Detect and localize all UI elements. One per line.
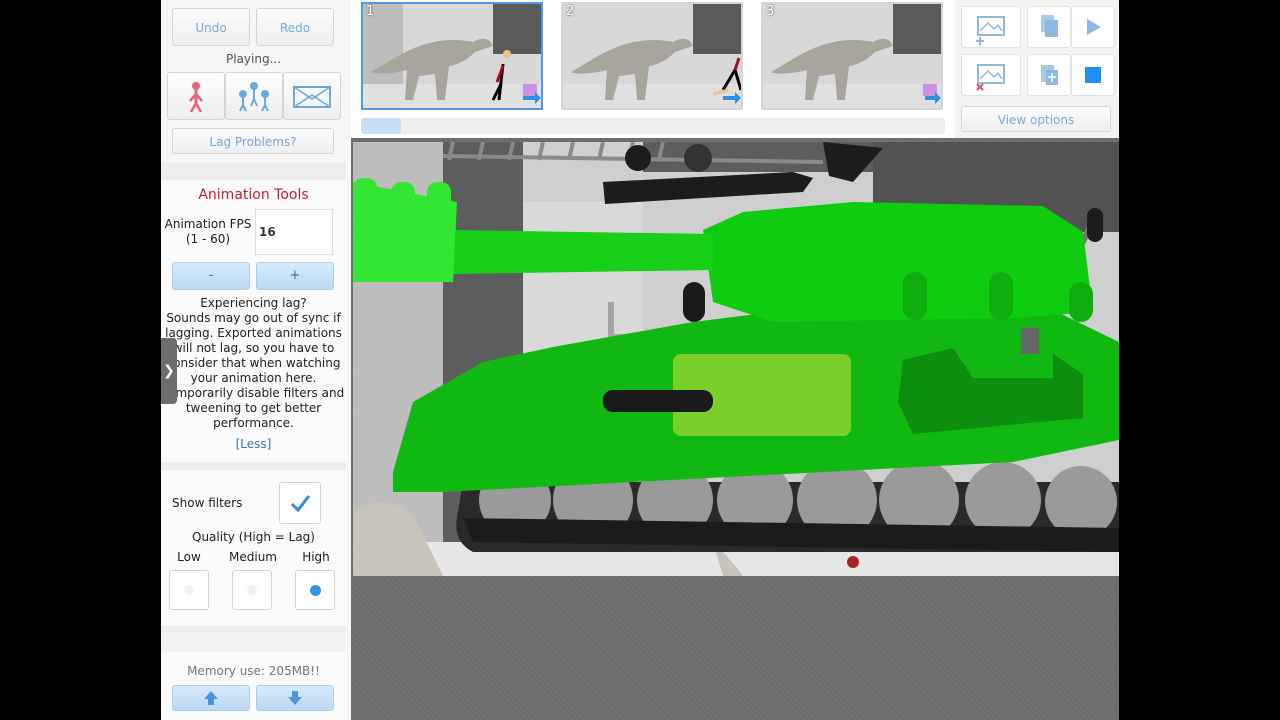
left-panel: Undo Redo Playing... Lag Problems? Anima… [161, 0, 346, 720]
quality-medium-radio[interactable] [232, 570, 272, 610]
timeline-scroll-thumb[interactable] [361, 118, 401, 134]
animation-canvas[interactable] [353, 142, 1119, 576]
copy-frame-button[interactable] [1027, 6, 1071, 48]
animator-app: Undo Redo Playing... Lag Problems? Anima… [161, 0, 1119, 720]
stop-icon [1085, 67, 1101, 83]
fps-label: Animation FPS [164, 217, 252, 231]
add-frame-icon [976, 16, 1005, 45]
lag-title: Experiencing lag? [200, 296, 307, 310]
expand-panel-tab[interactable]: ❯ [161, 338, 177, 404]
frame-thumbnail[interactable]: 3 [761, 2, 943, 110]
stop-button[interactable] [1071, 54, 1115, 96]
frame-thumbnail[interactable]: 2 [561, 2, 743, 110]
quality-label: Quality (High = Lag) [192, 530, 315, 544]
fps-range-label: (1 - 60) [185, 232, 231, 246]
background-icon [293, 86, 331, 108]
quality-high-radio[interactable] [295, 570, 335, 610]
frame-preview [563, 4, 741, 108]
lag-text-line: lagging. Exported animations [165, 326, 342, 340]
move-up-button[interactable] [172, 685, 250, 711]
lag-text-line: consider that when watching [166, 356, 341, 370]
arrow-up-icon [204, 691, 218, 705]
memory-usage: Memory use: 205MB!! [187, 664, 320, 678]
show-filters-label: Show filters [172, 496, 243, 510]
redo-button[interactable]: Redo [256, 8, 334, 46]
expand-panel-icon: ❯ [163, 363, 175, 379]
add-frame-button[interactable] [961, 6, 1021, 48]
playing-status: Playing... [225, 52, 282, 66]
stickman-icon [189, 82, 203, 113]
paste-icon [1041, 65, 1058, 85]
frames-timeline: 1 2 3 [351, 0, 955, 138]
show-filters-checkbox[interactable] [279, 482, 321, 524]
move-down-button[interactable] [256, 685, 334, 711]
lag-text-line: will not lag, so you have to [172, 341, 335, 355]
fps-increase-button[interactable]: + [256, 262, 334, 290]
frame-number: 1 [366, 4, 375, 19]
spacer-section [161, 632, 346, 652]
filters-section: Show filters Quality (High = Lag) Low Me… [161, 470, 346, 626]
add-stickman-button[interactable] [167, 72, 225, 120]
play-icon [1087, 19, 1101, 35]
play-button[interactable] [1071, 6, 1115, 48]
quality-high-label: High [302, 550, 330, 564]
frame-preview [763, 4, 941, 108]
frame-thumbnail[interactable]: 1 [361, 2, 543, 110]
lag-text-line: performance. [213, 416, 294, 430]
memory-section: Memory use: 205MB!! [161, 652, 346, 720]
lag-text-line: Sounds may go out of sync if [166, 311, 341, 325]
less-link[interactable]: [Less] [161, 437, 346, 451]
animation-tools-section: Animation Tools Animation FPS (1 - 60) -… [161, 180, 346, 462]
group-icon [239, 82, 269, 112]
lag-problems-button[interactable]: Lag Problems? [172, 128, 334, 154]
copy-icon [1041, 15, 1058, 37]
frame-number: 2 [566, 4, 575, 19]
frame-tools-panel: View options [955, 0, 1119, 138]
undo-button[interactable]: Undo [172, 8, 250, 46]
quality-medium-label: Medium [229, 550, 277, 564]
checkmark-icon [290, 495, 311, 513]
lag-text-line: Temporarily disable filters and [162, 386, 345, 400]
arrow-down-icon [288, 691, 302, 705]
fps-input[interactable] [255, 209, 333, 255]
frame-preview [363, 4, 541, 108]
paste-frame-button[interactable] [1027, 54, 1071, 96]
view-options-button[interactable]: View options [961, 106, 1111, 132]
add-group-button[interactable] [225, 72, 283, 120]
lag-text-line: your animation here. [190, 371, 317, 385]
quality-low-radio[interactable] [169, 570, 209, 610]
fps-decrease-button[interactable]: - [172, 262, 250, 290]
animation-tools-heading: Animation Tools [198, 187, 309, 203]
lag-text-line: tweening to get better [185, 401, 322, 415]
delete-frame-icon [976, 64, 1005, 91]
frame-number: 3 [766, 4, 775, 19]
background-button[interactable] [283, 72, 341, 120]
timeline-scrollbar[interactable] [361, 118, 945, 134]
delete-frame-button[interactable] [961, 54, 1021, 96]
quality-low-label: Low [177, 550, 201, 564]
stage-area [351, 138, 1119, 720]
